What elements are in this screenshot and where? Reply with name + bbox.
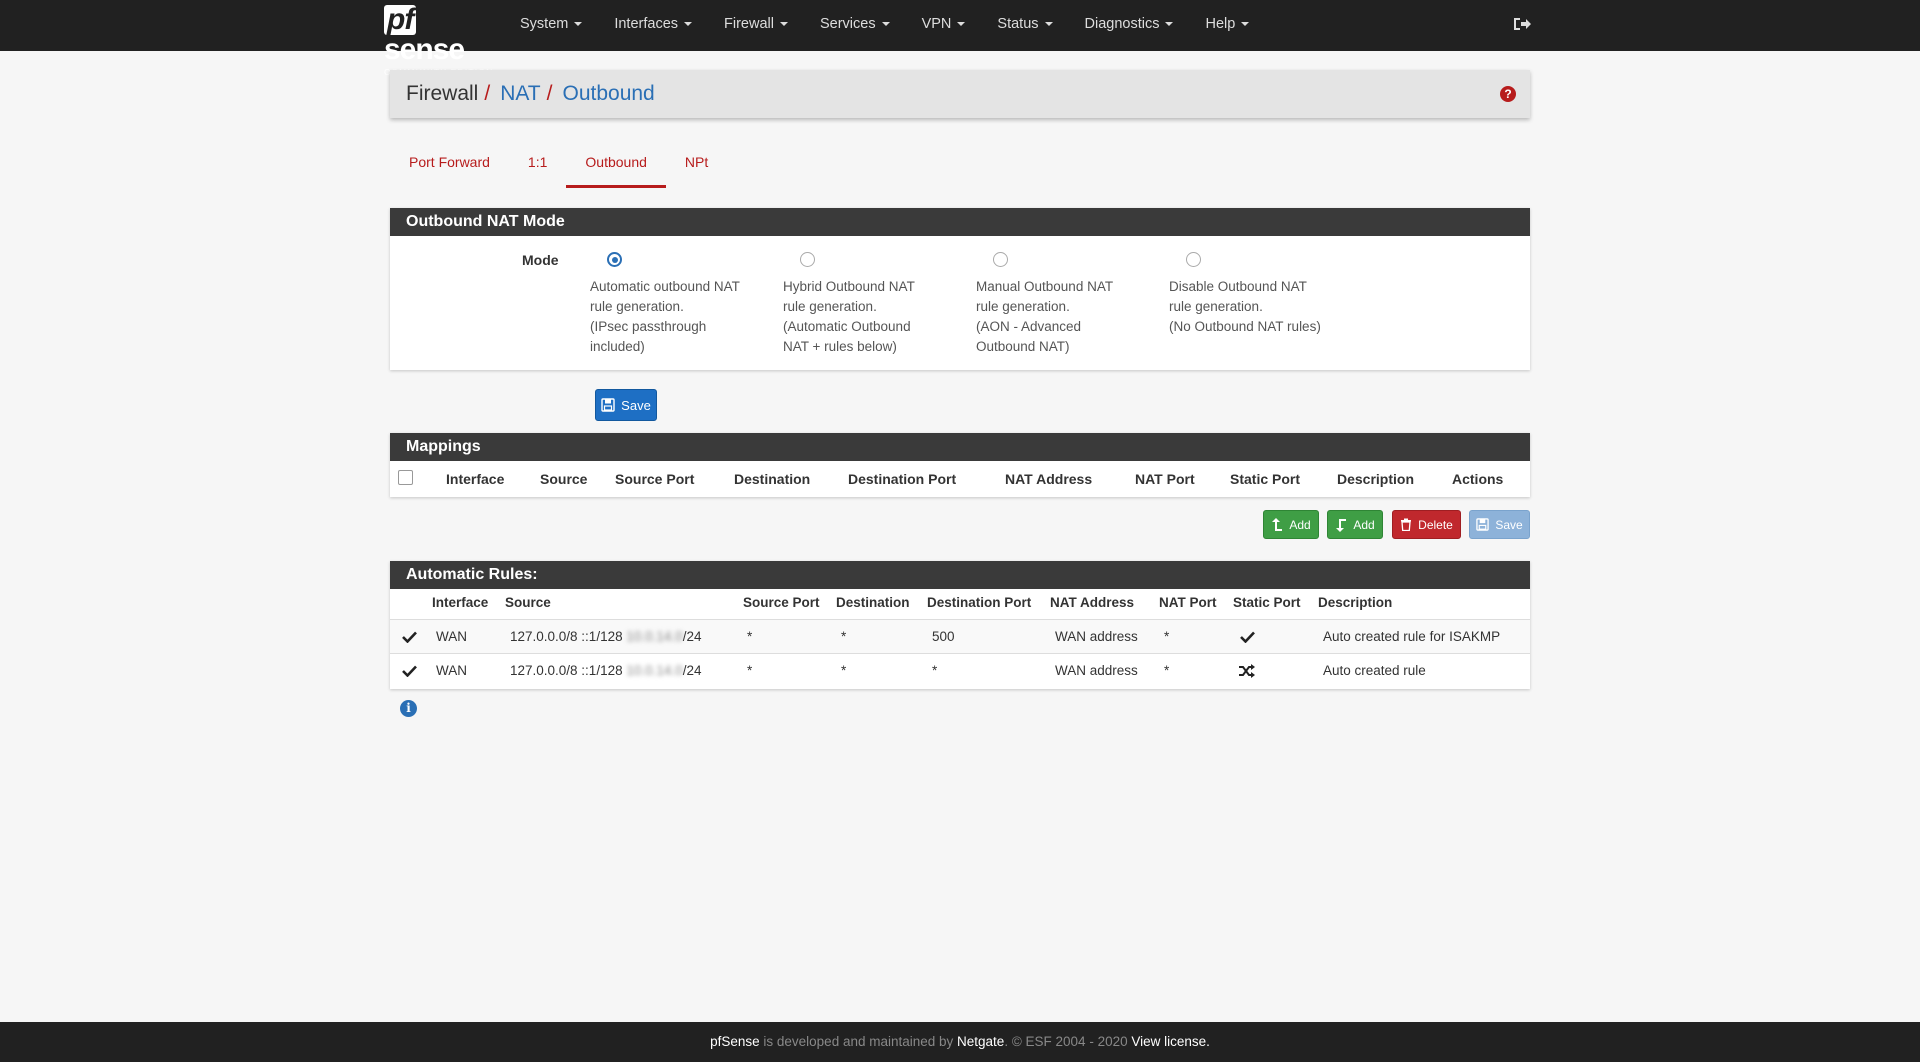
breadcrumb-outbound[interactable]: Outbound	[562, 82, 654, 105]
column-header: NAT Port	[1159, 595, 1217, 610]
main-menu: System Interfaces Firewall Services VPN …	[504, 0, 1265, 51]
footer-brand: pfSense	[710, 1034, 760, 1049]
column-header: Description	[1318, 595, 1393, 610]
add-rule-bottom-button[interactable]: Add	[1327, 510, 1383, 539]
column-header: Static Port	[1233, 595, 1301, 610]
check-icon	[1240, 631, 1255, 643]
caret-down-icon	[957, 22, 966, 27]
footer-netgate-link[interactable]: Netgate	[957, 1034, 1004, 1049]
mode-option-disable[interactable]: Disable Outbound NAT rule generation. (N…	[1169, 252, 1339, 337]
caret-down-icon	[1241, 22, 1250, 27]
save-icon	[601, 398, 615, 412]
logo-pf: pf	[384, 5, 417, 35]
column-header: Interface	[432, 595, 489, 610]
nav-diagnostics[interactable]: Diagnostics	[1069, 0, 1190, 51]
arrow-up-icon	[1272, 517, 1283, 531]
footer-license-link[interactable]: View license.	[1131, 1034, 1210, 1049]
column-header[interactable]: Source	[540, 471, 587, 487]
column-header: Destination	[836, 595, 910, 610]
breadcrumb-separator: /	[484, 82, 491, 105]
radio-disable[interactable]	[1186, 252, 1201, 267]
add-rule-top-button[interactable]: Add	[1263, 510, 1319, 539]
column-header[interactable]: Source Port	[615, 471, 694, 487]
mode-option-hybrid[interactable]: Hybrid Outbound NAT rule generation. (Au…	[783, 252, 953, 357]
panel-title: Outbound NAT Mode	[390, 208, 1530, 236]
nav-status[interactable]: Status	[981, 0, 1068, 51]
save-mode-button[interactable]: Save	[595, 389, 657, 421]
column-header: Source Port	[743, 595, 820, 610]
column-header: NAT Address	[1050, 595, 1135, 610]
check-icon	[402, 665, 417, 677]
column-header[interactable]: NAT Address	[1005, 471, 1092, 487]
save-order-button[interactable]: Save	[1469, 510, 1530, 539]
table-row: WAN 127.0.0.0/8 ::1/128 10.0.14.0/24 * *…	[390, 653, 1530, 687]
tab-outbound[interactable]: Outbound	[566, 146, 666, 188]
help-icon[interactable]: ?	[1500, 86, 1516, 102]
nav-vpn[interactable]: VPN	[906, 0, 982, 51]
column-header: Destination Port	[927, 595, 1032, 610]
info-icon[interactable]: i	[400, 700, 417, 717]
column-header[interactable]: Description	[1337, 471, 1414, 487]
shuffle-icon	[1239, 664, 1255, 678]
tab-one-to-one[interactable]: 1:1	[509, 146, 566, 188]
panel-title: Automatic Rules:	[390, 561, 1530, 589]
column-header[interactable]: Interface	[446, 471, 504, 487]
nav-services[interactable]: Services	[804, 0, 906, 51]
mode-option-automatic[interactable]: Automatic outbound NAT rule generation. …	[590, 252, 760, 357]
radio-automatic[interactable]	[607, 252, 622, 267]
caret-down-icon	[1044, 22, 1053, 27]
caret-down-icon	[684, 22, 693, 27]
column-header: Source	[505, 595, 551, 610]
tab-npt[interactable]: NPt	[666, 146, 727, 188]
radio-manual[interactable]	[993, 252, 1008, 267]
footer: pfSense is developed and maintained by N…	[0, 1022, 1920, 1062]
trash-icon	[1401, 518, 1412, 531]
breadcrumb-firewall: Firewall	[406, 82, 479, 105]
caret-down-icon	[881, 22, 890, 27]
mode-label: Mode	[522, 252, 559, 268]
nav-interfaces[interactable]: Interfaces	[598, 0, 708, 51]
column-header[interactable]: Destination Port	[848, 471, 956, 487]
delete-rules-button[interactable]: Delete	[1392, 510, 1461, 539]
automatic-rules-panel: Automatic Rules: Interface Source Source…	[390, 561, 1530, 689]
breadcrumb: Firewall / NAT / Outbound	[406, 82, 655, 106]
tab-port-forward[interactable]: Port Forward	[390, 146, 509, 188]
breadcrumb-panel: Firewall / NAT / Outbound ?	[390, 70, 1530, 118]
mode-option-manual[interactable]: Manual Outbound NAT rule generation. (AO…	[976, 252, 1146, 357]
table-row: WAN 127.0.0.0/8 ::1/128 10.0.14.0/24 * *…	[390, 619, 1530, 653]
panel-title: Mappings	[390, 433, 1530, 461]
blurred-network: 10.0.14.0	[626, 629, 683, 644]
mappings-panel: Mappings Interface Source Source Port De…	[390, 433, 1530, 497]
nav-help[interactable]: Help	[1189, 0, 1265, 51]
pfsense-logo[interactable]: pfsense COMMUNITY EDITION	[384, 5, 494, 77]
outbound-nat-mode-panel: Outbound NAT Mode Mode Automatic outboun…	[390, 208, 1530, 370]
save-icon	[1476, 518, 1490, 531]
radio-hybrid[interactable]	[800, 252, 815, 267]
top-navbar: pfsense COMMUNITY EDITION System Interfa…	[0, 0, 1920, 77]
logout-icon[interactable]	[1512, 16, 1532, 32]
blurred-network: 10.0.14.0	[626, 663, 683, 678]
column-header[interactable]: NAT Port	[1135, 471, 1195, 487]
select-all-checkbox[interactable]	[398, 470, 413, 485]
breadcrumb-nat[interactable]: NAT	[500, 82, 540, 105]
column-header: Actions	[1452, 471, 1504, 487]
nav-system[interactable]: System	[504, 0, 598, 51]
caret-down-icon	[1165, 22, 1174, 27]
caret-down-icon	[574, 22, 583, 27]
nat-tabs: Port Forward 1:1 Outbound NPt	[390, 146, 727, 188]
nav-firewall[interactable]: Firewall	[708, 0, 804, 51]
arrow-down-icon	[1336, 518, 1347, 532]
column-header[interactable]: Destination	[734, 471, 810, 487]
caret-down-icon	[779, 22, 788, 27]
check-icon	[402, 631, 417, 643]
breadcrumb-separator: /	[546, 82, 553, 105]
logo-sense: sense	[384, 33, 465, 66]
column-header[interactable]: Static Port	[1230, 471, 1300, 487]
